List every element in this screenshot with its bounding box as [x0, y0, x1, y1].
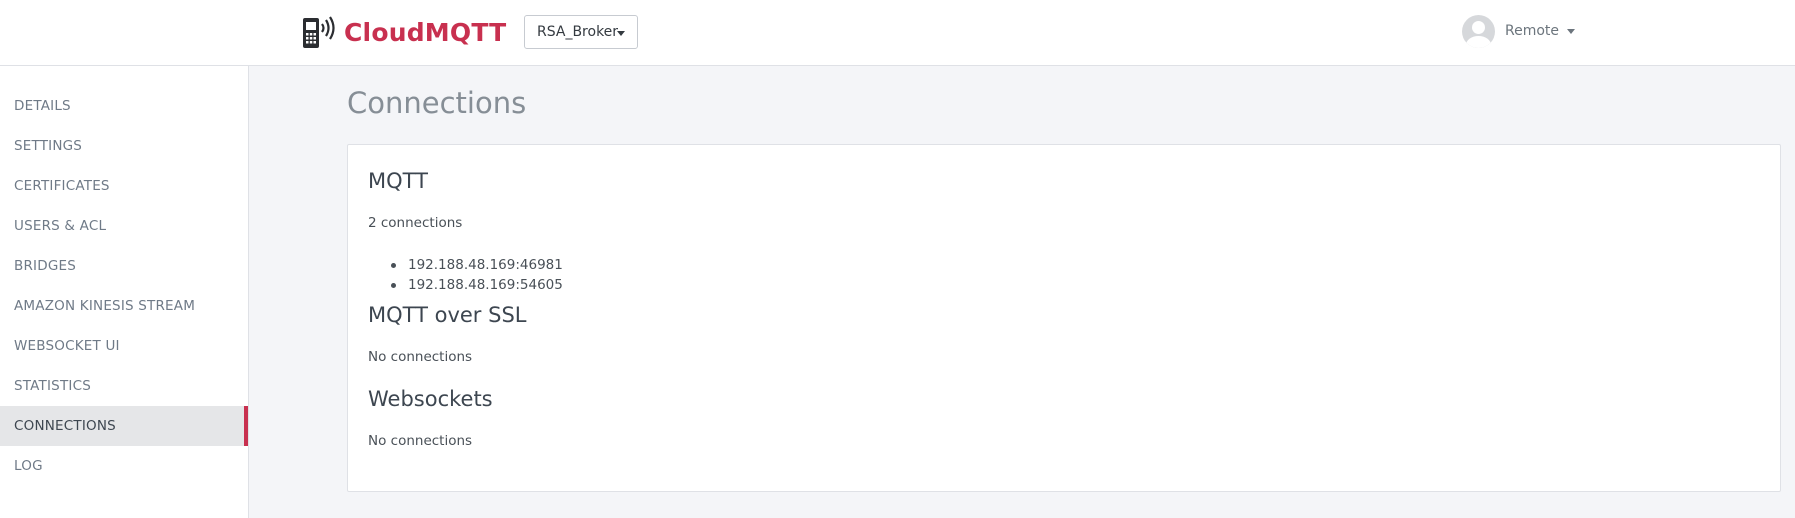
user-avatar-icon [1462, 14, 1495, 48]
mqtt-connection-count: 2 connections [368, 215, 463, 231]
user-name: Remote [1505, 23, 1560, 39]
brand-logo-link[interactable]: CloudMQTT [302, 14, 506, 50]
websockets-status: No connections [368, 433, 473, 449]
mobile-signal-icon [303, 16, 335, 48]
mqtt-section-title: MQTT [368, 169, 428, 193]
sidebar-item-amazon-kinesis-stream[interactable]: AMAZON KINESIS STREAM [0, 286, 248, 326]
sidebar-item-websocket-ui[interactable]: WEBSOCKET UI [0, 326, 248, 366]
sidebar-item-settings[interactable]: SETTINGS [0, 126, 248, 166]
sidebar-item-certificates[interactable]: CERTIFICATES [0, 166, 248, 206]
list-item: 192.188.48.169:46981 [388, 255, 563, 275]
brand-name: CloudMQTT [344, 17, 507, 47]
list-item: 192.188.48.169:54605 [388, 275, 563, 295]
top-navbar: CloudMQTT RSA_Broker Remote [0, 0, 1795, 66]
sidebar: DETAILS SETTINGS CERTIFICATES USERS & AC… [0, 66, 249, 518]
caret-down-icon [617, 31, 625, 36]
sidebar-item-bridges[interactable]: BRIDGES [0, 246, 248, 286]
sidebar-item-details[interactable]: DETAILS [0, 86, 248, 126]
sidebar-item-statistics[interactable]: STATISTICS [0, 366, 248, 406]
mqtt-ssl-section-title: MQTT over SSL [368, 303, 527, 327]
caret-down-icon [1567, 28, 1576, 34]
user-menu-dropdown[interactable]: Remote [1462, 14, 1576, 48]
sidebar-item-connections[interactable]: CONNECTIONS [0, 406, 248, 446]
connections-panel: MQTT 2 connections 192.188.48.169:46981 … [347, 144, 1781, 492]
mqtt-ssl-status: No connections [368, 349, 473, 365]
sidebar-item-users-acl[interactable]: USERS & ACL [0, 206, 248, 246]
page-title: Connections [347, 86, 527, 120]
instance-select-value: RSA_Broker [537, 24, 619, 40]
sidebar-item-log[interactable]: LOG [0, 446, 248, 486]
websockets-section-title: Websockets [368, 387, 493, 411]
instance-select-dropdown[interactable]: RSA_Broker [524, 15, 638, 49]
mqtt-connection-list: 192.188.48.169:46981 192.188.48.169:5460… [388, 255, 563, 295]
sidebar-nav: DETAILS SETTINGS CERTIFICATES USERS & AC… [0, 66, 248, 486]
